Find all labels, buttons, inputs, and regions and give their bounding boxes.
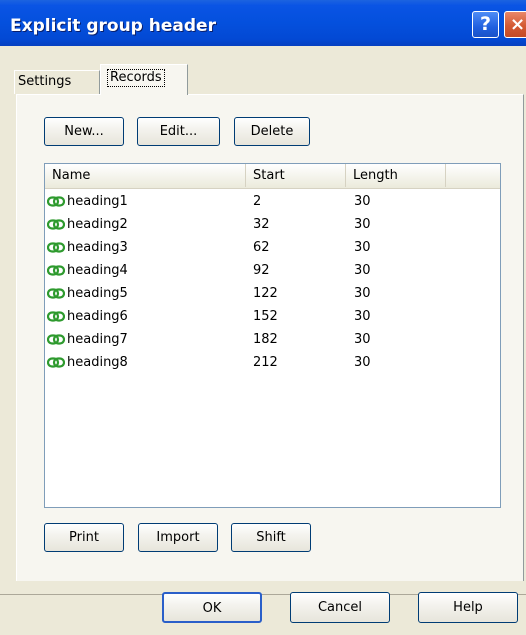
list-item[interactable]: heading5 122 30 <box>45 282 500 305</box>
list-item[interactable]: heading4 92 30 <box>45 259 500 282</box>
cell-start: 32 <box>253 217 270 232</box>
link-icon <box>47 265 65 276</box>
edit-button[interactable]: Edit... <box>137 117 220 146</box>
delete-button[interactable]: Delete <box>234 117 310 146</box>
link-icon <box>47 196 65 207</box>
cell-start: 152 <box>253 309 278 324</box>
import-button-label: Import <box>156 530 200 545</box>
records-list[interactable]: Name Start Length heading1 2 30 heading2 32 3… <box>44 163 501 508</box>
cell-length: 30 <box>354 332 371 347</box>
ok-button-label: OK <box>202 601 222 616</box>
close-button[interactable]: × <box>504 11 526 38</box>
cell-length: 30 <box>354 194 371 209</box>
cell-length: 30 <box>354 217 371 232</box>
help-button[interactable]: Help <box>418 592 518 623</box>
link-icon <box>47 357 65 368</box>
cell-name: heading4 <box>67 263 128 278</box>
help-button-label: Help <box>453 600 483 615</box>
cancel-button-label: Cancel <box>317 600 363 615</box>
question-mark-icon: ? <box>479 13 492 35</box>
print-button[interactable]: Print <box>44 523 124 552</box>
import-button[interactable]: Import <box>138 523 218 552</box>
link-icon <box>47 334 65 345</box>
cell-name: heading3 <box>67 240 128 255</box>
cell-start: 182 <box>253 332 278 347</box>
cell-start: 212 <box>253 355 278 370</box>
cell-name: heading6 <box>67 309 128 324</box>
cell-length: 30 <box>354 355 371 370</box>
cell-length: 30 <box>354 309 371 324</box>
cell-name: heading7 <box>67 332 128 347</box>
list-item[interactable]: heading2 32 30 <box>45 213 500 236</box>
list-header: Name Start Length <box>45 164 500 189</box>
new-button-label: New... <box>64 124 104 139</box>
print-button-label: Print <box>69 530 99 545</box>
cell-length: 30 <box>354 286 371 301</box>
new-button[interactable]: New... <box>44 117 124 146</box>
cell-name: heading1 <box>67 194 128 209</box>
window-title: Explicit group header <box>10 16 216 36</box>
cell-name: heading5 <box>67 286 128 301</box>
column-header-filler <box>446 164 500 187</box>
shift-button[interactable]: Shift <box>231 523 311 552</box>
tab-records[interactable]: Records <box>100 64 188 95</box>
column-header-length[interactable]: Length <box>346 164 446 187</box>
list-item[interactable]: heading6 152 30 <box>45 305 500 328</box>
title-bar[interactable]: Explicit group header ? × <box>0 0 526 46</box>
cell-start: 62 <box>253 240 270 255</box>
ok-button[interactable]: OK <box>162 592 262 623</box>
link-icon <box>47 311 65 322</box>
column-header-name[interactable]: Name <box>45 164 246 187</box>
close-icon: × <box>509 14 526 35</box>
cell-start: 92 <box>253 263 270 278</box>
link-icon <box>47 242 65 253</box>
list-item[interactable]: heading3 62 30 <box>45 236 500 259</box>
edit-button-label: Edit... <box>159 124 198 139</box>
list-item[interactable]: heading7 182 30 <box>45 328 500 351</box>
list-item[interactable]: heading8 212 30 <box>45 351 500 374</box>
shift-button-label: Shift <box>256 530 286 545</box>
cell-start: 122 <box>253 286 278 301</box>
cell-length: 30 <box>354 263 371 278</box>
link-icon <box>47 288 65 299</box>
cell-name: heading2 <box>67 217 128 232</box>
tab-settings[interactable]: Settings <box>14 70 100 94</box>
help-title-button[interactable]: ? <box>472 11 499 38</box>
tab-records-label: Records <box>107 69 165 87</box>
cell-start: 2 <box>253 194 262 209</box>
cell-length: 30 <box>354 240 371 255</box>
cell-name: heading8 <box>67 355 128 370</box>
column-header-start[interactable]: Start <box>246 164 346 187</box>
cancel-button[interactable]: Cancel <box>290 592 390 623</box>
dialog-window: Explicit group header ? × Settings Recor… <box>0 0 526 635</box>
delete-button-label: Delete <box>250 124 294 139</box>
link-icon <box>47 219 65 230</box>
list-item[interactable]: heading1 2 30 <box>45 190 500 213</box>
